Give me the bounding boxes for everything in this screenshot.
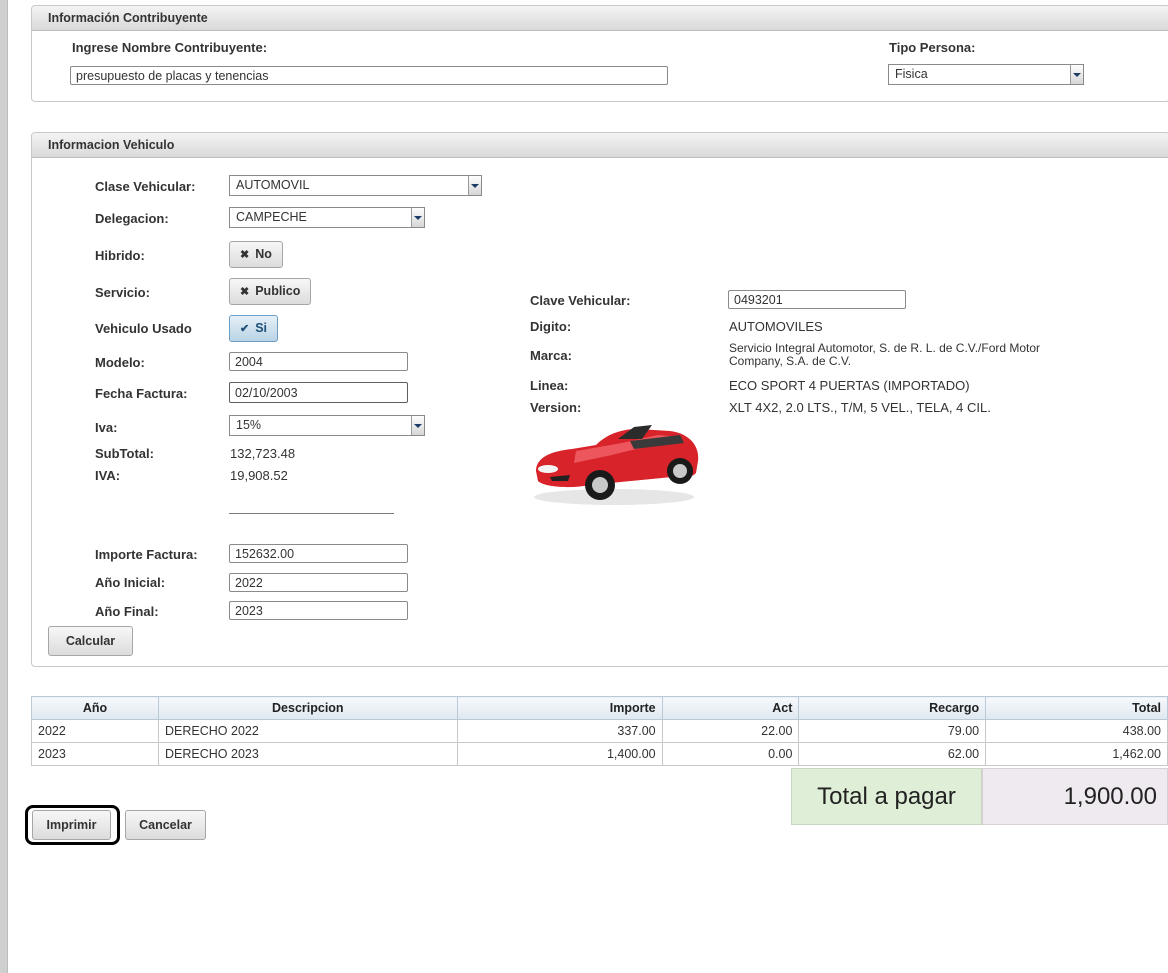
delegacion-value: CAMPECHE bbox=[236, 210, 307, 224]
importe-label: Importe Factura: bbox=[95, 547, 198, 562]
subtotal-label: SubTotal: bbox=[95, 446, 154, 461]
usado-toggle[interactable]: ✔ Si bbox=[229, 315, 279, 342]
vehiculo-panel: Informacion Vehiculo bbox=[31, 132, 1168, 667]
servicio-value: Publico bbox=[255, 284, 301, 298]
delegacion-label: Delegacion: bbox=[95, 211, 169, 226]
anio-inicial-input[interactable] bbox=[229, 573, 408, 592]
cell-importe: 337.00 bbox=[456, 719, 663, 743]
col-header-total: Total bbox=[985, 696, 1168, 720]
hibrido-value: No bbox=[255, 247, 272, 261]
close-icon: ✖ bbox=[240, 249, 250, 261]
imprimir-button[interactable]: Imprimir bbox=[32, 810, 111, 840]
iva-value: 15% bbox=[236, 418, 262, 432]
col-header-importe: Importe bbox=[456, 696, 663, 720]
clase-select[interactable]: AUTOMOVIL bbox=[229, 175, 482, 196]
col-header-act: Act bbox=[661, 696, 800, 720]
hibrido-label: Hibrido: bbox=[95, 248, 145, 263]
check-icon: ✔ bbox=[240, 323, 250, 335]
cell-total: 438.00 bbox=[985, 719, 1168, 743]
col-header-anio: Año bbox=[30, 696, 160, 720]
tipo-persona-select[interactable]: Fisica bbox=[888, 64, 1084, 85]
digito-value: AUTOMOVILES bbox=[729, 319, 823, 334]
anio-final-label: Año Final: bbox=[95, 604, 159, 619]
close-icon: ✖ bbox=[240, 286, 250, 298]
col-header-descripcion: Descripcion bbox=[158, 696, 458, 720]
cell-total: 1,462.00 bbox=[985, 742, 1168, 766]
usado-label: Vehiculo Usado bbox=[95, 321, 192, 336]
hibrido-toggle[interactable]: ✖ No bbox=[229, 241, 283, 268]
front-rim bbox=[592, 477, 608, 493]
nombre-input[interactable] bbox=[70, 66, 668, 85]
cell-anio: 2022 bbox=[30, 719, 160, 743]
cell-recargo: 62.00 bbox=[798, 742, 987, 766]
left-edge-bar bbox=[0, 0, 8, 973]
car-image bbox=[534, 425, 699, 505]
results-table: Año Descripcion Importe Act Recargo Tota… bbox=[30, 696, 1168, 766]
clase-value: AUTOMOVIL bbox=[236, 178, 310, 192]
cell-act: 0.00 bbox=[661, 742, 800, 766]
marca-value-line2: Company, S.A. de C.V. bbox=[729, 354, 852, 368]
rear-rim bbox=[673, 464, 687, 478]
servicio-label: Servicio: bbox=[95, 285, 150, 300]
table-row: 2022 DERECHO 2022 337.00 22.00 79.00 438… bbox=[30, 719, 1168, 743]
cell-descripcion: DERECHO 2023 bbox=[158, 742, 458, 766]
importe-input[interactable] bbox=[229, 544, 408, 563]
car-headlight bbox=[538, 465, 558, 473]
iva-amount-value: 19,908.52 bbox=[230, 468, 288, 483]
fecha-label: Fecha Factura: bbox=[95, 386, 188, 401]
tipo-persona-value: Fisica bbox=[895, 67, 928, 81]
chevron-down-icon[interactable] bbox=[1070, 65, 1083, 84]
fecha-input[interactable] bbox=[229, 382, 408, 403]
clave-label: Clave Vehicular: bbox=[530, 293, 631, 308]
clave-input[interactable] bbox=[728, 290, 906, 309]
total-value: 1,900.00 bbox=[982, 768, 1168, 825]
iva-select[interactable]: 15% bbox=[229, 415, 425, 436]
linea-label: Linea: bbox=[530, 378, 569, 393]
col-header-recargo: Recargo bbox=[798, 696, 987, 720]
digito-label: Digito: bbox=[530, 319, 572, 334]
clase-label: Clase Vehicular: bbox=[95, 179, 196, 194]
servicio-toggle[interactable]: ✖ Publico bbox=[229, 278, 312, 305]
chevron-down-icon[interactable] bbox=[468, 176, 481, 195]
subtotal-value: 132,723.48 bbox=[230, 446, 296, 461]
cell-descripcion: DERECHO 2022 bbox=[158, 719, 458, 743]
iva-label: Iva: bbox=[95, 420, 118, 435]
cell-anio: 2023 bbox=[30, 742, 160, 766]
car-shadow bbox=[534, 489, 694, 505]
anio-final-input[interactable] bbox=[229, 601, 408, 620]
version-label: Version: bbox=[530, 400, 582, 415]
marca-value-line1: Servicio Integral Automotor, S. de R. L.… bbox=[729, 341, 1041, 355]
cell-importe: 1,400.00 bbox=[456, 742, 663, 766]
linea-value: ECO SPORT 4 PUERTAS (IMPORTADO) bbox=[729, 378, 970, 393]
cell-recargo: 79.00 bbox=[798, 719, 987, 743]
total-label: Total a pagar bbox=[791, 768, 982, 825]
delegacion-select[interactable]: CAMPECHE bbox=[229, 207, 425, 228]
sum-divider bbox=[229, 513, 394, 514]
cancelar-button[interactable]: Cancelar bbox=[125, 810, 206, 840]
modelo-label: Modelo: bbox=[95, 355, 145, 370]
marca-label: Marca: bbox=[530, 348, 572, 363]
tipo-persona-label: Tipo Persona: bbox=[889, 40, 976, 55]
modelo-input[interactable] bbox=[229, 352, 408, 371]
vehiculo-header: Informacion Vehiculo bbox=[32, 133, 1168, 158]
chevron-down-icon[interactable] bbox=[411, 416, 424, 435]
table-row: 2023 DERECHO 2023 1,400.00 0.00 62.00 1,… bbox=[30, 742, 1168, 766]
version-value: XLT 4X2, 2.0 LTS., T/M, 5 VEL., TELA, 4 … bbox=[729, 400, 991, 415]
iva-amount-label: IVA: bbox=[95, 468, 121, 483]
usado-value: Si bbox=[255, 321, 268, 335]
nombre-label: Ingrese Nombre Contribuyente: bbox=[72, 40, 268, 55]
contribuyente-header: Información Contribuyente bbox=[32, 6, 1168, 31]
anio-inicial-label: Año Inicial: bbox=[95, 575, 166, 590]
table-header-row: Año Descripcion Importe Act Recargo Tota… bbox=[30, 696, 1168, 720]
chevron-down-icon[interactable] bbox=[411, 208, 424, 227]
calcular-button[interactable]: Calcular bbox=[48, 626, 133, 656]
cell-act: 22.00 bbox=[661, 719, 800, 743]
